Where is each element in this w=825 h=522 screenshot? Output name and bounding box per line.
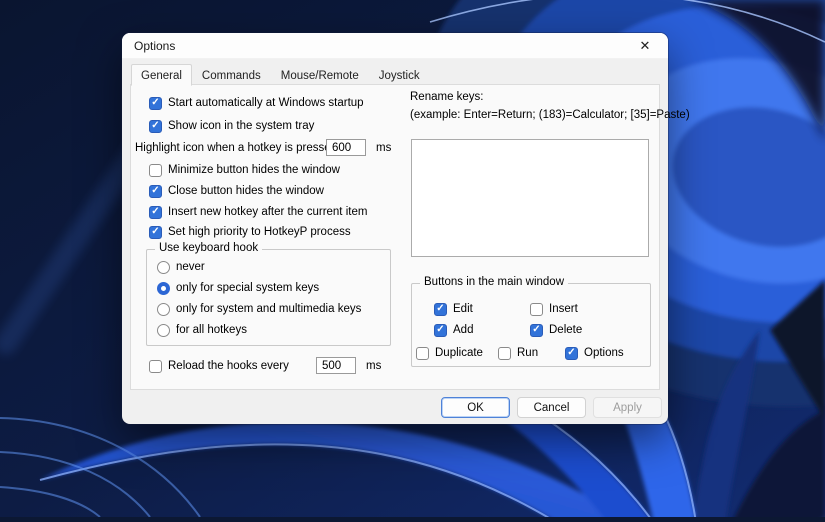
- window-title: Options: [134, 38, 176, 53]
- tab-joystick[interactable]: Joystick: [369, 66, 430, 85]
- radio-hook-special-keys[interactable]: only for special system keys: [157, 280, 319, 296]
- checkbox-icon: [434, 302, 447, 316]
- checkbox-label: Duplicate: [435, 347, 483, 359]
- tab-mouse-remote[interactable]: Mouse/Remote: [271, 66, 369, 85]
- rename-keys-label: Rename keys:: [410, 91, 484, 103]
- radio-hook-all-hotkeys[interactable]: for all hotkeys: [157, 322, 247, 338]
- checkbox-label: Run: [517, 347, 539, 359]
- checkbox-icon: [149, 119, 162, 133]
- radio-icon: [157, 323, 170, 337]
- checkbox-label: Set high priority to HotkeyP process: [168, 226, 351, 238]
- title-bar[interactable]: Options: [122, 33, 668, 59]
- checkbox-icon: [565, 346, 578, 360]
- radio-label: never: [176, 261, 205, 273]
- checkbox-reload-hooks[interactable]: Reload the hooks every: [149, 358, 289, 374]
- checkbox-close-hides[interactable]: Close button hides the window: [149, 183, 324, 199]
- options-dialog: Options ✕ General Commands Mouse/Remote …: [122, 33, 690, 424]
- checkbox-label: Edit: [453, 303, 473, 315]
- reload-ms-input[interactable]: [316, 357, 356, 374]
- keyboard-hook-groupbox: Use keyboard hook never only for special…: [146, 242, 391, 346]
- checkbox-icon: [149, 205, 162, 219]
- checkbox-icon: [149, 96, 162, 110]
- checkbox-btn-run[interactable]: Run: [498, 345, 538, 361]
- checkbox-icon: [149, 163, 162, 177]
- radio-label: for all hotkeys: [176, 324, 247, 336]
- checkbox-btn-duplicate[interactable]: Duplicate: [416, 345, 483, 361]
- checkbox-btn-delete[interactable]: Delete: [530, 322, 582, 338]
- checkbox-icon: [149, 184, 162, 198]
- tab-commands[interactable]: Commands: [192, 66, 271, 85]
- highlight-ms-input[interactable]: [326, 139, 366, 156]
- highlight-icon-label: Highlight icon when a hotkey is pressed:: [135, 142, 341, 154]
- radio-label: only for special system keys: [176, 282, 320, 294]
- radio-icon: [157, 260, 170, 274]
- checkbox-btn-options[interactable]: Options: [565, 345, 624, 361]
- checkbox-icon: [416, 346, 429, 360]
- checkbox-btn-edit[interactable]: Edit: [434, 301, 473, 317]
- checkbox-label: Reload the hooks every: [168, 360, 289, 372]
- rename-keys-example: (example: Enter=Return; (183)=Calculator…: [410, 109, 690, 121]
- checkbox-high-priority[interactable]: Set high priority to HotkeyP process: [149, 224, 351, 240]
- checkbox-start-automatically[interactable]: Start automatically at Windows startup: [149, 95, 364, 111]
- general-tab-page: Start automatically at Windows startup S…: [130, 84, 690, 390]
- checkbox-icon: [530, 323, 543, 337]
- checkbox-label: Add: [453, 324, 474, 336]
- main-window-buttons-title: Buttons in the main window: [420, 276, 568, 288]
- tab-general[interactable]: General: [131, 64, 192, 86]
- tab-strip: General Commands Mouse/Remote Joystick: [131, 64, 430, 86]
- checkbox-btn-insert[interactable]: Insert: [530, 301, 578, 317]
- radio-icon: [157, 302, 170, 316]
- checkbox-minimize-hides[interactable]: Minimize button hides the window: [149, 162, 340, 178]
- radio-hook-never[interactable]: never: [157, 259, 205, 275]
- checkbox-label: Options: [584, 347, 624, 359]
- checkbox-label: Insert new hotkey after the current item: [168, 206, 368, 218]
- ok-button[interactable]: OK: [441, 397, 510, 418]
- radio-label: only for system and multimedia keys: [176, 303, 362, 315]
- close-button[interactable]: ✕: [629, 36, 661, 56]
- checkbox-label: Insert: [549, 303, 578, 315]
- highlight-ms-unit: ms: [376, 142, 392, 154]
- cancel-button[interactable]: Cancel: [517, 397, 586, 418]
- main-window-buttons-groupbox: Buttons in the main window Edit Insert A…: [411, 276, 651, 367]
- checkbox-icon: [498, 346, 511, 360]
- checkbox-label: Show icon in the system tray: [168, 120, 315, 132]
- checkbox-label: Minimize button hides the window: [168, 164, 340, 176]
- close-icon: ✕: [639, 38, 651, 53]
- checkbox-icon: [530, 302, 543, 316]
- radio-icon: [157, 281, 170, 295]
- checkbox-label: Start automatically at Windows startup: [168, 97, 364, 109]
- radio-hook-system-multimedia[interactable]: only for system and multimedia keys: [157, 301, 361, 317]
- checkbox-icon: [149, 359, 162, 373]
- checkbox-label: Delete: [549, 324, 583, 336]
- checkbox-icon: [149, 225, 162, 239]
- keyboard-hook-title: Use keyboard hook: [155, 242, 263, 254]
- reload-ms-unit: ms: [366, 360, 382, 372]
- checkbox-insert-after-current[interactable]: Insert new hotkey after the current item: [149, 204, 367, 220]
- rename-keys-textarea[interactable]: [411, 139, 649, 257]
- checkbox-btn-add[interactable]: Add: [434, 322, 473, 338]
- checkbox-icon: [434, 323, 447, 337]
- checkbox-label: Close button hides the window: [168, 185, 324, 197]
- checkbox-show-tray-icon[interactable]: Show icon in the system tray: [149, 118, 314, 134]
- apply-button[interactable]: Apply: [593, 397, 662, 418]
